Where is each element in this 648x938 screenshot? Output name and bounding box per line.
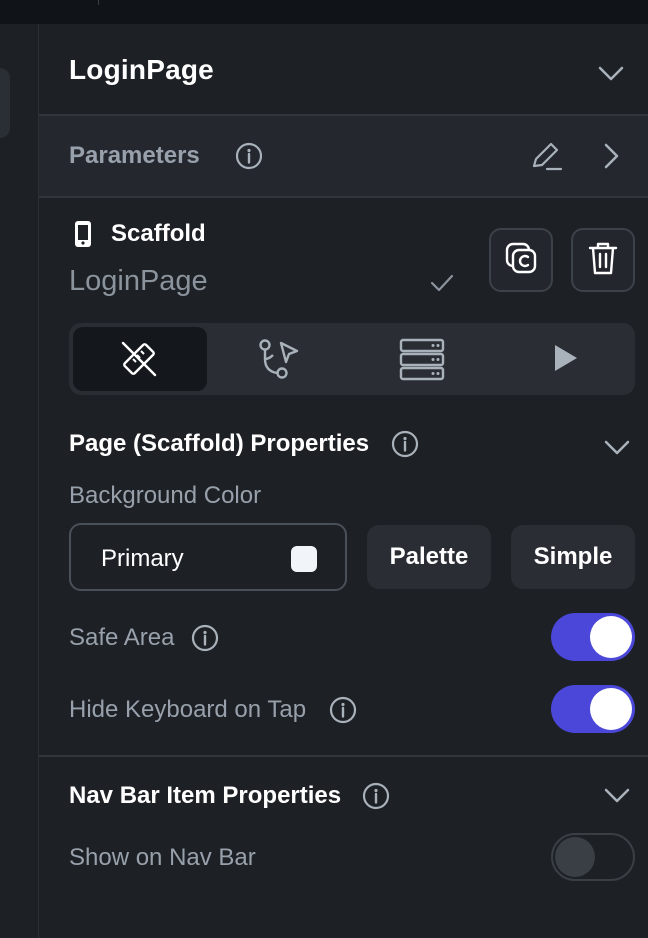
top-toolbar-strip <box>0 0 648 24</box>
info-icon[interactable] <box>391 430 419 458</box>
nav-bar-properties-title: Nav Bar Item Properties <box>69 782 342 809</box>
widget-name-field[interactable]: LoginPage <box>69 265 208 298</box>
page-title: LoginPage <box>69 54 214 85</box>
actions-flow-icon[interactable] <box>257 337 303 386</box>
chevron-down-icon[interactable] <box>603 784 631 806</box>
left-sidebar-edge <box>0 24 38 938</box>
palette-button[interactable]: Palette <box>367 525 491 589</box>
delete-widget-button[interactable] <box>571 228 635 292</box>
toggle-knob <box>555 837 595 877</box>
section-divider <box>39 755 648 757</box>
checkmark-icon[interactable] <box>429 272 455 294</box>
copy-icon <box>503 240 539 281</box>
info-icon[interactable] <box>362 782 390 810</box>
backend-query-icon[interactable] <box>399 337 445 386</box>
trash-icon <box>587 240 619 281</box>
properties-tab-bar <box>69 323 635 395</box>
toggle-knob <box>590 688 632 730</box>
simple-button[interactable]: Simple <box>511 525 635 589</box>
hide-keyboard-toggle[interactable] <box>551 685 635 733</box>
info-icon[interactable] <box>329 696 357 724</box>
show-on-nav-bar-toggle[interactable] <box>551 833 635 881</box>
page-properties-title: Page (Scaffold) Properties <box>69 430 370 457</box>
hide-keyboard-label: Hide Keyboard on Tap <box>69 696 307 723</box>
color-swatch[interactable] <box>291 546 317 572</box>
parameters-divider <box>39 196 648 198</box>
chevron-down-icon[interactable] <box>603 436 631 458</box>
widget-type-label: Scaffold <box>111 220 206 247</box>
toolbar-divider <box>98 0 99 5</box>
edit-pencil-icon[interactable] <box>529 140 563 172</box>
safe-area-label: Safe Area <box>69 624 175 651</box>
info-icon[interactable] <box>235 142 263 170</box>
properties-panel: LoginPage Parameters Scaffold LoginPage <box>38 24 648 938</box>
toggle-knob <box>590 616 632 658</box>
info-icon[interactable] <box>191 624 219 652</box>
background-color-value: Primary <box>101 545 184 572</box>
parameters-label: Parameters <box>69 142 200 169</box>
chevron-right-icon[interactable] <box>601 142 621 170</box>
play-icon[interactable] <box>553 343 579 378</box>
background-color-label: Background Color <box>69 482 262 509</box>
left-sidebar-tab[interactable] <box>0 68 10 138</box>
collapse-chevron-icon[interactable] <box>597 62 625 84</box>
properties-icon[interactable] <box>117 337 161 386</box>
copy-widget-button[interactable] <box>489 228 553 292</box>
safe-area-toggle[interactable] <box>551 613 635 661</box>
background-color-field[interactable]: Primary <box>69 523 347 591</box>
phone-icon <box>73 220 93 248</box>
show-on-nav-bar-label: Show on Nav Bar <box>69 844 256 871</box>
